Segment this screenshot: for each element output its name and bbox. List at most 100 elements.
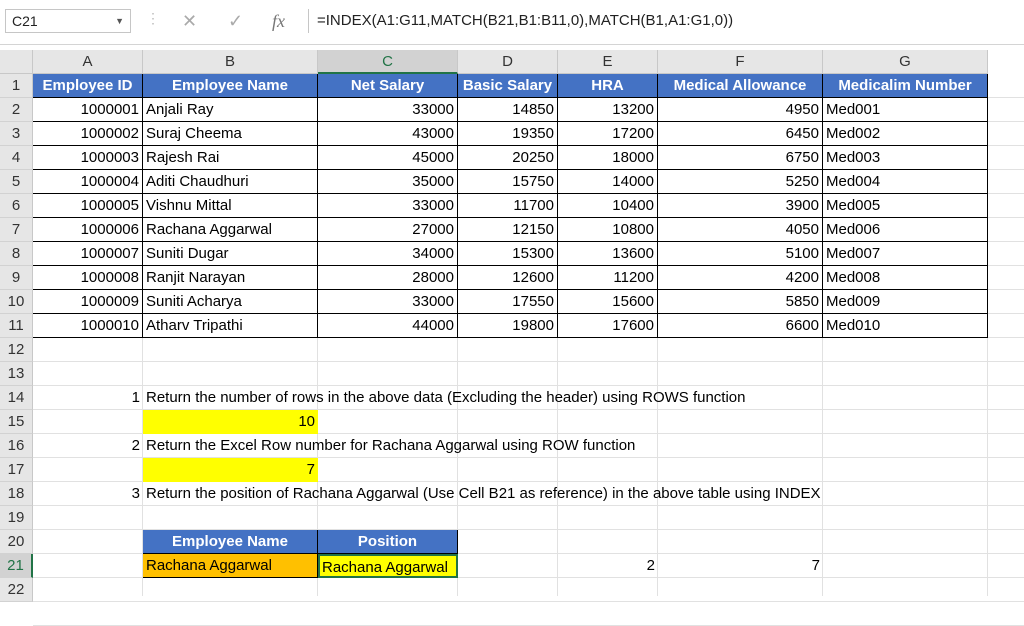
- row-header-4[interactable]: 4: [0, 146, 33, 170]
- table-cell[interactable]: Med002: [823, 122, 988, 146]
- table-cell[interactable]: 1000010: [33, 314, 143, 338]
- table-cell[interactable]: 6750: [658, 146, 823, 170]
- table-cell[interactable]: 1000006: [33, 218, 143, 242]
- table-cell[interactable]: 11700: [458, 194, 558, 218]
- table-cell[interactable]: 19350: [458, 122, 558, 146]
- lookup-header-name[interactable]: Employee Name: [143, 530, 318, 554]
- table-cell[interactable]: Med009: [823, 290, 988, 314]
- row-header-6[interactable]: 6: [0, 194, 33, 218]
- table-cell[interactable]: 45000: [318, 146, 458, 170]
- row-header-21[interactable]: 21: [0, 554, 33, 578]
- table-cell[interactable]: 44000: [318, 314, 458, 338]
- table-header-cell[interactable]: Employee Name: [143, 74, 318, 98]
- table-cell[interactable]: 33000: [318, 290, 458, 314]
- table-cell[interactable]: 14850: [458, 98, 558, 122]
- table-cell[interactable]: Med006: [823, 218, 988, 242]
- table-cell[interactable]: Rachana Aggarwal: [143, 218, 318, 242]
- table-cell[interactable]: Aditi Chaudhuri: [143, 170, 318, 194]
- enter-check-icon[interactable]: ✓: [228, 9, 243, 33]
- table-header-cell[interactable]: Medicalim Number: [823, 74, 988, 98]
- table-header-cell[interactable]: Basic Salary: [458, 74, 558, 98]
- table-cell[interactable]: Med003: [823, 146, 988, 170]
- column-header-b[interactable]: B: [143, 50, 318, 74]
- cancel-icon[interactable]: ✕: [182, 9, 197, 33]
- table-cell[interactable]: 1000004: [33, 170, 143, 194]
- table-cell[interactable]: 17600: [558, 314, 658, 338]
- table-cell[interactable]: Suniti Dugar: [143, 242, 318, 266]
- table-cell[interactable]: 27000: [318, 218, 458, 242]
- row-header-5[interactable]: 5: [0, 170, 33, 194]
- table-cell[interactable]: 1000003: [33, 146, 143, 170]
- table-cell[interactable]: 33000: [318, 194, 458, 218]
- formula-input[interactable]: =INDEX(A1:G11,MATCH(B21,B1:B11,0),MATCH(…: [308, 9, 1024, 33]
- table-cell[interactable]: 43000: [318, 122, 458, 146]
- table-cell[interactable]: 18000: [558, 146, 658, 170]
- table-cell[interactable]: 4950: [658, 98, 823, 122]
- row-header-9[interactable]: 9: [0, 266, 33, 290]
- table-cell[interactable]: 1000008: [33, 266, 143, 290]
- row-header-8[interactable]: 8: [0, 242, 33, 266]
- row-header-16[interactable]: 16: [0, 434, 33, 458]
- column-header-c[interactable]: C: [318, 50, 458, 74]
- table-cell[interactable]: 12600: [458, 266, 558, 290]
- lookup-name-cell[interactable]: Rachana Aggarwal: [143, 554, 318, 578]
- lookup-header-position[interactable]: Position: [318, 530, 458, 554]
- active-cell-c21[interactable]: Rachana Aggarwal: [318, 554, 458, 578]
- row-header-1[interactable]: 1: [0, 74, 33, 98]
- table-cell[interactable]: 3900: [658, 194, 823, 218]
- table-cell[interactable]: 5850: [658, 290, 823, 314]
- row-header-20[interactable]: 20: [0, 530, 33, 554]
- answer-rows-count[interactable]: 10: [143, 410, 318, 434]
- table-cell[interactable]: 20250: [458, 146, 558, 170]
- row-header-15[interactable]: 15: [0, 410, 33, 434]
- row-header-3[interactable]: 3: [0, 122, 33, 146]
- table-cell[interactable]: Rajesh Rai: [143, 146, 318, 170]
- row-header-12[interactable]: 12: [0, 338, 33, 362]
- table-cell[interactable]: 15750: [458, 170, 558, 194]
- table-cell[interactable]: 17550: [458, 290, 558, 314]
- question-number[interactable]: 2: [33, 434, 143, 458]
- row-header-17[interactable]: 17: [0, 458, 33, 482]
- question-number[interactable]: 3: [33, 482, 143, 506]
- answer-row-number[interactable]: 7: [143, 458, 318, 482]
- table-cell[interactable]: 12150: [458, 218, 558, 242]
- table-cell[interactable]: Med007: [823, 242, 988, 266]
- table-cell[interactable]: Med001: [823, 98, 988, 122]
- table-cell[interactable]: Suraj Cheema: [143, 122, 318, 146]
- table-header-cell[interactable]: Net Salary: [318, 74, 458, 98]
- table-cell[interactable]: 5100: [658, 242, 823, 266]
- row-header-7[interactable]: 7: [0, 218, 33, 242]
- table-cell[interactable]: 28000: [318, 266, 458, 290]
- column-header-e[interactable]: E: [558, 50, 658, 74]
- table-cell[interactable]: Suniti Acharya: [143, 290, 318, 314]
- insert-function-icon[interactable]: fx: [272, 9, 285, 33]
- row-header-14[interactable]: 14: [0, 386, 33, 410]
- cell-e21[interactable]: 2: [558, 554, 658, 578]
- table-cell[interactable]: 17200: [558, 122, 658, 146]
- drag-handle-icon[interactable]: ⋮: [146, 10, 160, 27]
- question-text[interactable]: Return the position of Rachana Aggarwal …: [143, 482, 821, 506]
- cell-f21[interactable]: 7: [658, 554, 823, 578]
- table-cell[interactable]: 4050: [658, 218, 823, 242]
- table-cell[interactable]: 11200: [558, 266, 658, 290]
- table-cell[interactable]: Med005: [823, 194, 988, 218]
- column-header-d[interactable]: D: [458, 50, 558, 74]
- name-box[interactable]: C21 ▼: [5, 9, 131, 33]
- table-cell[interactable]: 10400: [558, 194, 658, 218]
- table-header-cell[interactable]: HRA: [558, 74, 658, 98]
- table-header-cell[interactable]: Employee ID: [33, 74, 143, 98]
- table-cell[interactable]: Atharv Tripathi: [143, 314, 318, 338]
- table-cell[interactable]: Med008: [823, 266, 988, 290]
- table-cell[interactable]: 34000: [318, 242, 458, 266]
- column-header-a[interactable]: A: [33, 50, 143, 74]
- question-text[interactable]: Return the number of rows in the above d…: [143, 386, 746, 410]
- table-cell[interactable]: Med004: [823, 170, 988, 194]
- row-header-22[interactable]: 22: [0, 578, 33, 602]
- table-cell[interactable]: 19800: [458, 314, 558, 338]
- table-cell[interactable]: 15300: [458, 242, 558, 266]
- table-cell[interactable]: 1000007: [33, 242, 143, 266]
- table-cell[interactable]: 4200: [658, 266, 823, 290]
- row-header-13[interactable]: 13: [0, 362, 33, 386]
- question-text[interactable]: Return the Excel Row number for Rachana …: [143, 434, 635, 458]
- table-cell[interactable]: 13200: [558, 98, 658, 122]
